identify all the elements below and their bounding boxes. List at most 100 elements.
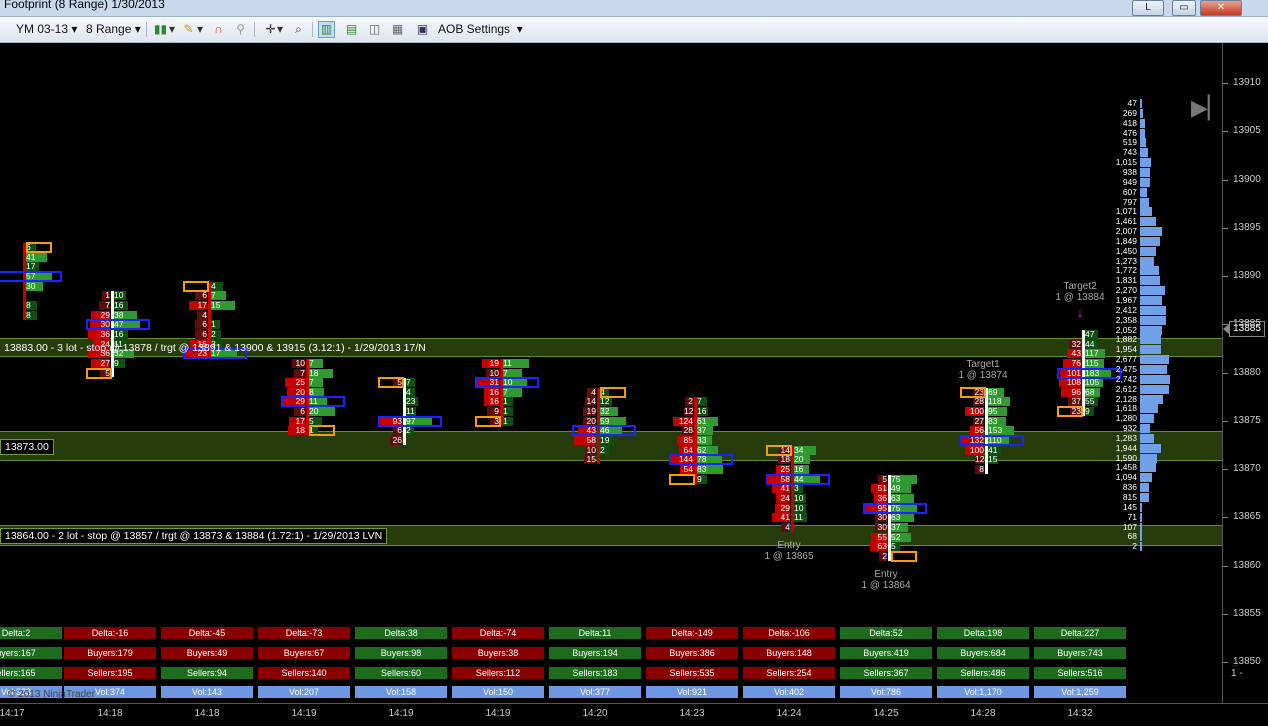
entry-annotation-2: Entry 1 @ 13864 bbox=[861, 569, 910, 591]
sell-volume-cell: 58 bbox=[574, 436, 596, 446]
sell-volume-cell: 37 bbox=[1068, 397, 1081, 407]
bar-style-icon[interactable]: ▮▮ bbox=[152, 21, 169, 38]
buy-volume-cell: 7 bbox=[309, 378, 323, 388]
sell-volume-cell: 4 bbox=[587, 387, 596, 397]
buy-volume-cell: 52 bbox=[891, 532, 911, 542]
buy-volume-cell: 5 bbox=[309, 416, 322, 426]
buy-volume-cell: 38 bbox=[114, 310, 137, 320]
sell-volume-cell: 108 bbox=[1059, 378, 1081, 388]
volume-profile-bar bbox=[1140, 522, 1142, 532]
volume-profile-value: 1,450 bbox=[1115, 245, 1137, 256]
volume-profile-value: 1,590 bbox=[1115, 452, 1137, 463]
sell-volume-cell: 7 bbox=[99, 300, 110, 310]
footprint-chart-panel[interactable]: 6 41 17 57 30 8 8 1 10 7 16 29 38 30 47 36 16 24 11 36 32 27 9… bbox=[0, 43, 1222, 703]
sell-volume-cell: 10 bbox=[292, 358, 305, 368]
volume-profile-bar bbox=[1140, 355, 1169, 365]
chevron-down-icon[interactable]: ▾ bbox=[276, 21, 284, 38]
chevron-down-icon: ▾ bbox=[516, 22, 523, 36]
time-axis[interactable]: 14:17 14:18 14:18 14:19 14:19 14:19 14:20 14:23… bbox=[0, 703, 1268, 726]
volume-profile-value: 743 bbox=[1122, 147, 1137, 158]
instrument-label: YM 03-13 bbox=[16, 22, 69, 36]
volume-profile-value: 2,007 bbox=[1115, 226, 1137, 237]
pin-icon[interactable]: ⚲ bbox=[232, 21, 249, 38]
volume-profile-bar bbox=[1140, 315, 1166, 325]
volume-profile-value: 47 bbox=[1127, 98, 1137, 108]
buy-volume-cell: 11 bbox=[503, 358, 529, 368]
interval-selector[interactable]: 8 Range ▾ bbox=[86, 21, 141, 38]
delta-stat-cell: Delta:-45 bbox=[161, 627, 253, 639]
time-tick-label: 14:28 bbox=[970, 708, 996, 719]
volume-profile-bar bbox=[1140, 138, 1146, 148]
pencil-icon[interactable]: ✎ bbox=[180, 21, 197, 38]
buy-volume-cell: 12 bbox=[600, 397, 612, 407]
buy-volume-cell: 8 bbox=[26, 310, 37, 320]
footprint-icon[interactable]: ▥ bbox=[318, 21, 335, 38]
time-tick-label: 14:20 bbox=[582, 708, 608, 719]
volume-profile-value: 1,461 bbox=[1115, 216, 1137, 227]
magnet-icon[interactable]: ∩ bbox=[210, 21, 227, 38]
buy-volume-cell: 20 bbox=[309, 407, 335, 417]
sell-volume-cell: 28 bbox=[682, 425, 693, 436]
buy-volume-cell: 83 bbox=[988, 416, 1006, 426]
price-tick-label: 13905 bbox=[1223, 125, 1261, 137]
delta-stat-cell: Delta:-73 bbox=[258, 627, 350, 639]
buy-volume-cell: 3 bbox=[794, 484, 803, 494]
chart-icon[interactable]: ▤ bbox=[343, 21, 360, 38]
volume-profile-bar bbox=[1140, 453, 1157, 463]
volume-profile-bar bbox=[1140, 542, 1142, 552]
vol-stat-cell: Vol:402 bbox=[743, 686, 835, 698]
sellers-stat-cell: Sellers:94 bbox=[161, 667, 253, 679]
price-tick-label: 13885 bbox=[1223, 318, 1261, 330]
entry-annotation-1: Entry 1 @ 13865 bbox=[764, 540, 813, 562]
volume-profile-value: 1,015 bbox=[1115, 157, 1137, 168]
minimize-button[interactable]: L bbox=[1132, 0, 1164, 16]
time-tick-label: 14:18 bbox=[97, 708, 123, 719]
volume-profile-bar bbox=[1140, 483, 1149, 493]
line-chart-icon[interactable]: ◫ bbox=[366, 21, 383, 38]
imbalance-highlight-box bbox=[669, 473, 695, 485]
price-tick-label: 13870 bbox=[1223, 463, 1261, 474]
sell-volume-cell: 6 bbox=[195, 320, 207, 330]
poc-highlight-box bbox=[960, 435, 1024, 447]
price-tick-label: 13855 bbox=[1223, 607, 1261, 619]
sell-volume-cell: 17 bbox=[189, 300, 207, 310]
buy-volume-cell: 1 bbox=[503, 416, 513, 426]
sell-volume-cell: 24 bbox=[776, 493, 790, 503]
volume-profile-value: 2,128 bbox=[1115, 393, 1137, 404]
sellers-stat-cell: Sellers:140 bbox=[258, 667, 350, 679]
sell-volume-cell: 100 bbox=[965, 407, 984, 417]
skip-to-end-icon[interactable]: ▶▏ bbox=[1191, 95, 1222, 121]
buyers-stat-cell: Buyers:684 bbox=[937, 647, 1029, 659]
buy-volume-cell: 16 bbox=[114, 300, 128, 310]
instrument-selector[interactable]: YM 03-13 ▾ bbox=[16, 21, 77, 38]
restore-button[interactable]: ▭ bbox=[1172, 0, 1196, 16]
volume-profile-value: 2 bbox=[1132, 541, 1137, 552]
delta-stat-cell: Delta:2 bbox=[0, 627, 62, 639]
volume-profile-bar bbox=[1140, 345, 1161, 355]
price-axis[interactable]: 13885 1 - 13910 13905 13900 13895 13890 13885… bbox=[1222, 43, 1268, 703]
buy-volume-cell: 8 bbox=[309, 387, 324, 397]
chevron-down-icon[interactable]: ▾ bbox=[168, 21, 176, 38]
aob-settings-menu[interactable]: AOB Settings ▾ bbox=[438, 21, 523, 38]
chevron-down-icon: ▾ bbox=[134, 22, 141, 36]
buy-volume-cell: 19 bbox=[600, 436, 614, 446]
interval-label: 8 Range bbox=[86, 22, 132, 36]
sell-volume-cell: 30 bbox=[875, 522, 887, 532]
sell-volume-cell: 124 bbox=[673, 416, 693, 426]
price-tick-label: 13910 bbox=[1223, 77, 1261, 88]
sell-volume-cell: 76 bbox=[1063, 358, 1081, 368]
zoom-icon[interactable]: ⌕ bbox=[290, 21, 307, 38]
chevron-down-icon[interactable]: ▾ bbox=[196, 21, 204, 38]
sell-volume-cell: 55 bbox=[871, 532, 887, 542]
entry-arrow-icon: ↑ bbox=[882, 548, 890, 563]
price-tick-label: 13860 bbox=[1223, 559, 1261, 571]
delta-stat-cell: Delta:-16 bbox=[64, 627, 156, 639]
layout-icon[interactable]: ▦ bbox=[389, 21, 406, 38]
buy-volume-cell: 7 bbox=[697, 397, 707, 407]
sell-volume-cell: 10 bbox=[586, 444, 596, 455]
buy-volume-cell: 118 bbox=[988, 397, 1010, 407]
properties-icon[interactable]: ▣ bbox=[414, 21, 431, 38]
buy-volume-cell: 63 bbox=[891, 493, 914, 503]
close-button[interactable]: ✕ bbox=[1200, 0, 1242, 16]
volume-profile-bar bbox=[1140, 187, 1147, 197]
